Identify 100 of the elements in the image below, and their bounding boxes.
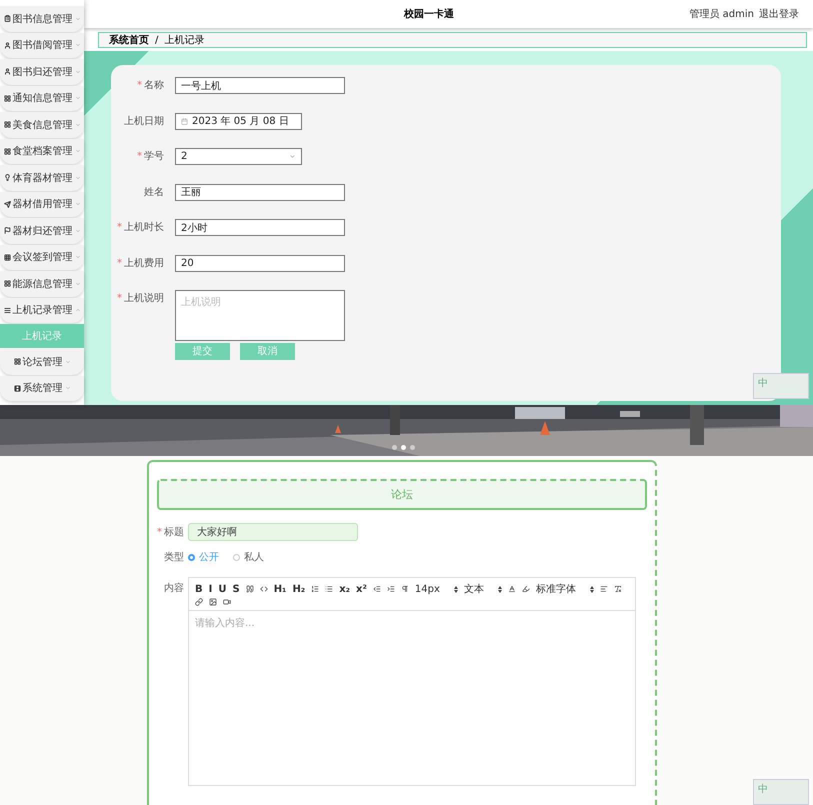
- input-field[interactable]: 2小时: [175, 219, 345, 236]
- menu-icon: [4, 148, 10, 155]
- menu-icon: [4, 174, 10, 182]
- field-label: * 名称: [136, 79, 165, 93]
- caret-icon: [454, 586, 458, 592]
- forum-heading: 论坛: [157, 479, 647, 510]
- chevron-icon: [74, 228, 80, 234]
- chevron-icon: [74, 122, 80, 128]
- calendar-icon: [181, 118, 188, 124]
- field-label: * 学号: [136, 150, 165, 164]
- sidebar-item[interactable]: 论坛管理: [0, 349, 84, 374]
- field-label: * 上机费用: [116, 256, 165, 270]
- outdent-icon[interactable]: [372, 585, 381, 593]
- chevron-icon: [74, 280, 80, 287]
- menu-icon: [4, 42, 10, 49]
- chevron-icon: [74, 16, 80, 22]
- field-label: 内容: [163, 582, 185, 595]
- video-icon[interactable]: [223, 598, 231, 606]
- format-button[interactable]: I: [208, 582, 212, 596]
- format-dropdown[interactable]: 文本: [464, 582, 502, 596]
- chevron-icon: [289, 153, 296, 160]
- format-button[interactable]: S: [232, 582, 240, 596]
- carousel-dot[interactable]: [401, 445, 406, 450]
- chevron-icon: [74, 201, 80, 208]
- menu-icon: [4, 306, 10, 314]
- format-button[interactable]: H₁: [274, 582, 286, 596]
- caret-icon: [498, 586, 502, 592]
- field-label: 姓名: [143, 186, 165, 200]
- field-label: * 上机时长: [116, 220, 165, 235]
- chevron-icon: [64, 385, 70, 392]
- ol-icon[interactable]: [311, 585, 320, 593]
- sidebar-item[interactable]: 器材归还管理: [0, 218, 84, 244]
- field-label: * 标题: [156, 526, 185, 539]
- input-field[interactable]: 20: [175, 254, 345, 272]
- sidebar-item[interactable]: 图书信息管理: [0, 6, 84, 32]
- input-field[interactable]: 王丽: [175, 184, 345, 200]
- menu-icon: [4, 254, 10, 261]
- app-title: 校园一卡通: [402, 8, 456, 21]
- rich-text-editor[interactable]: B I U S H₁ H₂ x₂ x² 14px 文本 标准字体 请输入内容...: [188, 577, 636, 786]
- format-button[interactable]: x₂: [339, 582, 350, 596]
- date-field[interactable]: 2023 年 05 月 08 日: [175, 112, 302, 130]
- sidebar-item[interactable]: 器材借用管理: [0, 192, 84, 217]
- chevron-icon: [74, 307, 80, 314]
- chevron-icon: [74, 148, 80, 154]
- sidebar-item[interactable]: 美食信息管理: [0, 112, 84, 138]
- ime-badge: 中: [753, 779, 809, 805]
- sidebar-item[interactable]: 体育器材管理: [0, 165, 84, 190]
- sidebar-item[interactable]: 食堂档案管理: [0, 138, 84, 164]
- menu-icon: [4, 280, 10, 288]
- chevron-icon: [74, 174, 80, 181]
- field-label: 类型: [163, 550, 185, 564]
- format-button[interactable]: x²: [356, 582, 367, 596]
- format-button[interactable]: U: [218, 582, 226, 596]
- chevron-icon: [74, 254, 80, 260]
- indent-icon[interactable]: [386, 585, 395, 593]
- input-field[interactable]: 一号上机: [175, 77, 345, 94]
- sidebar-item[interactable]: 图书借阅管理: [0, 32, 84, 58]
- menu-icon: [4, 15, 10, 22]
- menu-icon: [4, 227, 10, 234]
- title-field[interactable]: 大家好啊: [188, 523, 358, 541]
- breadcrumb-item[interactable]: 系统首页: [109, 33, 149, 47]
- color-icon[interactable]: [508, 585, 516, 593]
- required-mark: *: [137, 151, 142, 162]
- clear-icon[interactable]: [614, 585, 622, 593]
- breadcrumb-item[interactable]: 上机记录: [164, 33, 204, 47]
- carousel-dot[interactable]: [410, 445, 415, 450]
- format-dropdown[interactable]: 14px: [414, 582, 458, 596]
- breadcrumb-separator: /: [155, 34, 158, 46]
- radio-option[interactable]: 私人: [233, 550, 264, 564]
- sidebar-item[interactable]: 能源信息管理: [0, 271, 84, 296]
- sidebar-item[interactable]: 会议签到管理: [0, 244, 84, 270]
- quote-icon[interactable]: [246, 585, 254, 593]
- sidebar-item[interactable]: 图书归还管理: [0, 59, 84, 84]
- menu-icon: [4, 94, 10, 102]
- field-label: 上机日期: [123, 114, 165, 128]
- menu-icon: [4, 68, 10, 76]
- format-button[interactable]: H₂: [292, 582, 306, 596]
- image-icon[interactable]: [209, 598, 217, 606]
- sidebar-item[interactable]: 上机记录管理: [0, 298, 84, 323]
- required-mark: *: [157, 527, 162, 538]
- required-mark: *: [137, 80, 142, 91]
- ul-icon[interactable]: [325, 585, 334, 593]
- menu-icon: [14, 358, 20, 366]
- field-label: * 上机说明: [116, 292, 165, 306]
- menu-icon: [4, 121, 10, 128]
- align-icon[interactable]: [600, 585, 608, 593]
- select-field[interactable]: 2: [175, 148, 302, 165]
- carousel-dot[interactable]: [392, 445, 397, 450]
- format-dropdown[interactable]: 标准字体: [536, 582, 594, 596]
- required-mark: *: [117, 293, 122, 304]
- required-mark: *: [117, 258, 122, 268]
- chevron-icon: [74, 95, 80, 102]
- chevron-icon: [74, 68, 80, 75]
- format-button[interactable]: B: [195, 582, 203, 596]
- logout-link[interactable]: 退出登录: [759, 7, 799, 21]
- link-icon[interactable]: [195, 598, 203, 606]
- sidebar-item[interactable]: 系统管理: [0, 376, 84, 401]
- sidebar-item[interactable]: 通知信息管理: [0, 86, 84, 111]
- ime-badge: 中: [753, 373, 809, 399]
- code-icon[interactable]: [260, 585, 268, 593]
